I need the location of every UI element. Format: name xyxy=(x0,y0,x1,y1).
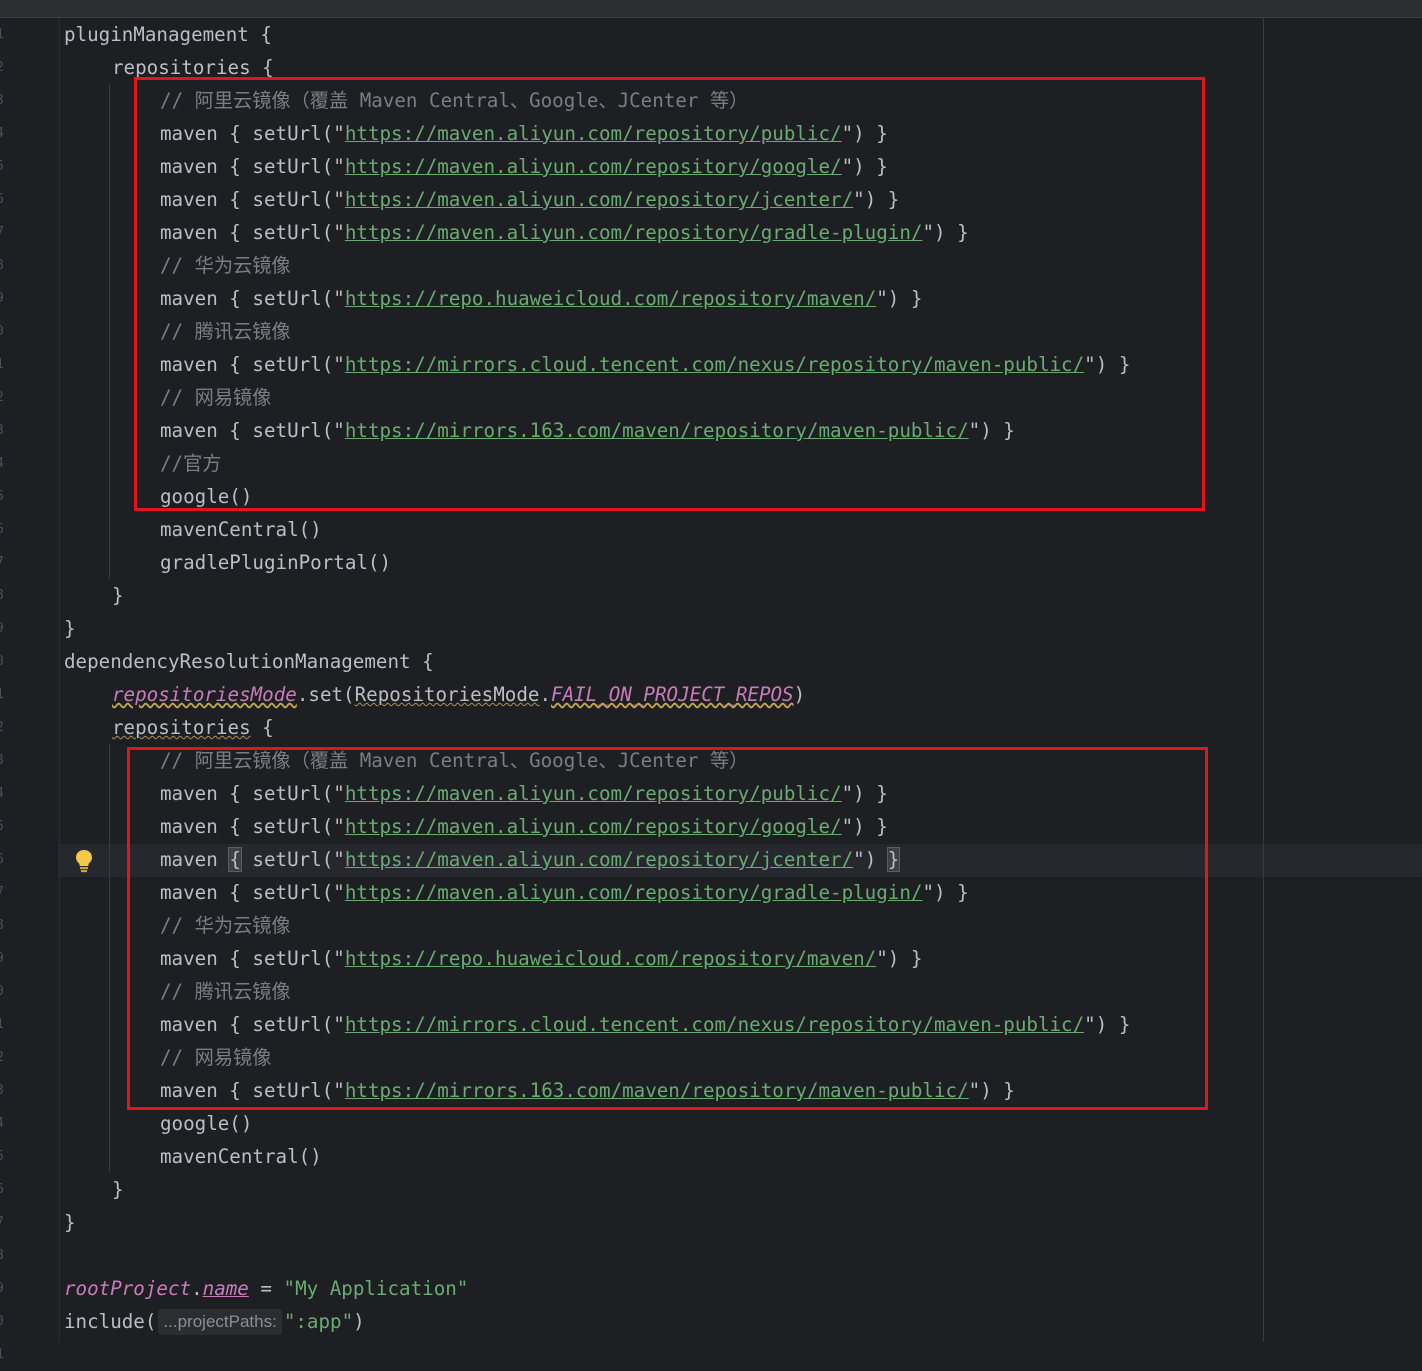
line-number: 6 xyxy=(0,1173,6,1206)
code-line[interactable]: pluginManagement { xyxy=(64,18,272,51)
code-token: ":app" xyxy=(283,1310,354,1333)
code-token: dependencyResolutionManagement { xyxy=(64,650,434,673)
line-number: 2 xyxy=(0,381,6,414)
code-token: repositoriesMode xyxy=(112,683,297,706)
line-number: 3 xyxy=(0,1074,6,1107)
line-number: 6 xyxy=(0,843,6,876)
code-token: mavenCentral() xyxy=(160,518,322,541)
code-token: repositories { xyxy=(112,56,274,79)
code-line[interactable]: rootProject.name = "My Application" xyxy=(64,1272,468,1305)
code-token: RepositoriesMode xyxy=(354,683,540,706)
line-number: 4 xyxy=(0,777,6,810)
code-token: } xyxy=(112,584,124,607)
line-number: 1 xyxy=(0,1338,6,1371)
line-number: 8 xyxy=(0,909,6,942)
line-number: 3 xyxy=(0,84,6,117)
code-line[interactable]: include(...projectPaths: ":app") xyxy=(64,1305,365,1338)
line-number: 0 xyxy=(0,645,6,678)
code-token: name xyxy=(202,1277,249,1300)
code-token: { xyxy=(250,716,274,739)
code-token: "My Application" xyxy=(283,1277,469,1300)
code-token: repositories xyxy=(112,716,251,739)
line-number: 3 xyxy=(0,744,6,777)
line-number: 3 xyxy=(0,414,6,447)
code-token: } xyxy=(112,1178,124,1201)
code-line[interactable]: dependencyResolutionManagement { xyxy=(64,645,434,678)
parameter-hint: ...projectPaths: xyxy=(158,1309,282,1335)
line-number: 1 xyxy=(0,18,6,51)
line-number: 5 xyxy=(0,810,6,843)
line-number: 4 xyxy=(0,117,6,150)
code-token: mavenCentral() xyxy=(160,1145,322,1168)
code-editor[interactable]: 1234567890123456789012345678901234567890… xyxy=(0,0,1422,1362)
gutter-separator xyxy=(59,18,60,1342)
line-number-gutter[interactable]: 1234567890123456789012345678901234567890… xyxy=(0,18,58,1362)
line-number: 9 xyxy=(0,1272,6,1305)
editor-tab-strip xyxy=(0,0,1422,18)
line-number: 0 xyxy=(0,1305,6,1338)
line-number: 1 xyxy=(0,348,6,381)
code-token: rootProject xyxy=(64,1277,192,1300)
code-line[interactable]: } xyxy=(64,612,76,645)
line-number: 1 xyxy=(0,1008,6,1041)
code-token: .set( xyxy=(296,683,355,706)
line-number: 4 xyxy=(0,447,6,480)
code-token: include( xyxy=(64,1310,157,1333)
line-number: 0 xyxy=(0,315,6,348)
code-line[interactable]: mavenCentral() xyxy=(64,1140,322,1173)
line-number: 9 xyxy=(0,612,6,645)
line-number: 5 xyxy=(0,480,6,513)
code-line[interactable]: } xyxy=(64,579,124,612)
line-number: 7 xyxy=(0,1206,6,1239)
line-number: 1 xyxy=(0,678,6,711)
line-number: 5 xyxy=(0,150,6,183)
line-number: 4 xyxy=(0,1107,6,1140)
code-line[interactable]: gradlePluginPortal() xyxy=(64,546,391,579)
right-margin-guide xyxy=(1263,18,1264,1342)
line-number: 8 xyxy=(0,249,6,282)
line-number: 6 xyxy=(0,183,6,216)
code-token: . xyxy=(191,1277,203,1300)
code-token: . xyxy=(539,683,552,706)
line-number: 6 xyxy=(0,513,6,546)
code-token: pluginManagement { xyxy=(64,23,272,46)
code-line[interactable]: repositories { xyxy=(64,711,274,744)
code-line[interactable]: repositoriesMode.set(RepositoriesMode.FA… xyxy=(64,678,805,711)
code-line[interactable]: } xyxy=(64,1173,124,1206)
line-number: 7 xyxy=(0,876,6,909)
line-number: 5 xyxy=(0,1140,6,1173)
code-line[interactable]: } xyxy=(64,1206,76,1239)
line-number: 2 xyxy=(0,1041,6,1074)
line-number: 8 xyxy=(0,579,6,612)
line-number: 8 xyxy=(0,1239,6,1272)
lightbulb-icon[interactable] xyxy=(74,848,94,874)
code-token: FAIL_ON_PROJECT_REPOS xyxy=(551,683,794,706)
highlight-box-dependency-repositories xyxy=(127,747,1208,1110)
code-token: } xyxy=(64,1211,76,1234)
line-number: 7 xyxy=(0,216,6,249)
code-token: ) xyxy=(793,683,806,706)
code-token: gradlePluginPortal() xyxy=(160,551,392,574)
code-token: ) xyxy=(353,1310,365,1333)
line-number: 0 xyxy=(0,975,6,1008)
code-token: = xyxy=(248,1277,284,1300)
code-line[interactable]: mavenCentral() xyxy=(64,513,322,546)
line-number: 2 xyxy=(0,711,6,744)
highlight-box-plugin-repositories xyxy=(134,77,1205,511)
code-token: google() xyxy=(160,1112,253,1135)
line-number: 7 xyxy=(0,546,6,579)
code-token: } xyxy=(64,617,76,640)
code-line[interactable]: google() xyxy=(64,1107,252,1140)
line-number: 9 xyxy=(0,282,6,315)
line-number: 2 xyxy=(0,51,6,84)
line-number: 9 xyxy=(0,942,6,975)
